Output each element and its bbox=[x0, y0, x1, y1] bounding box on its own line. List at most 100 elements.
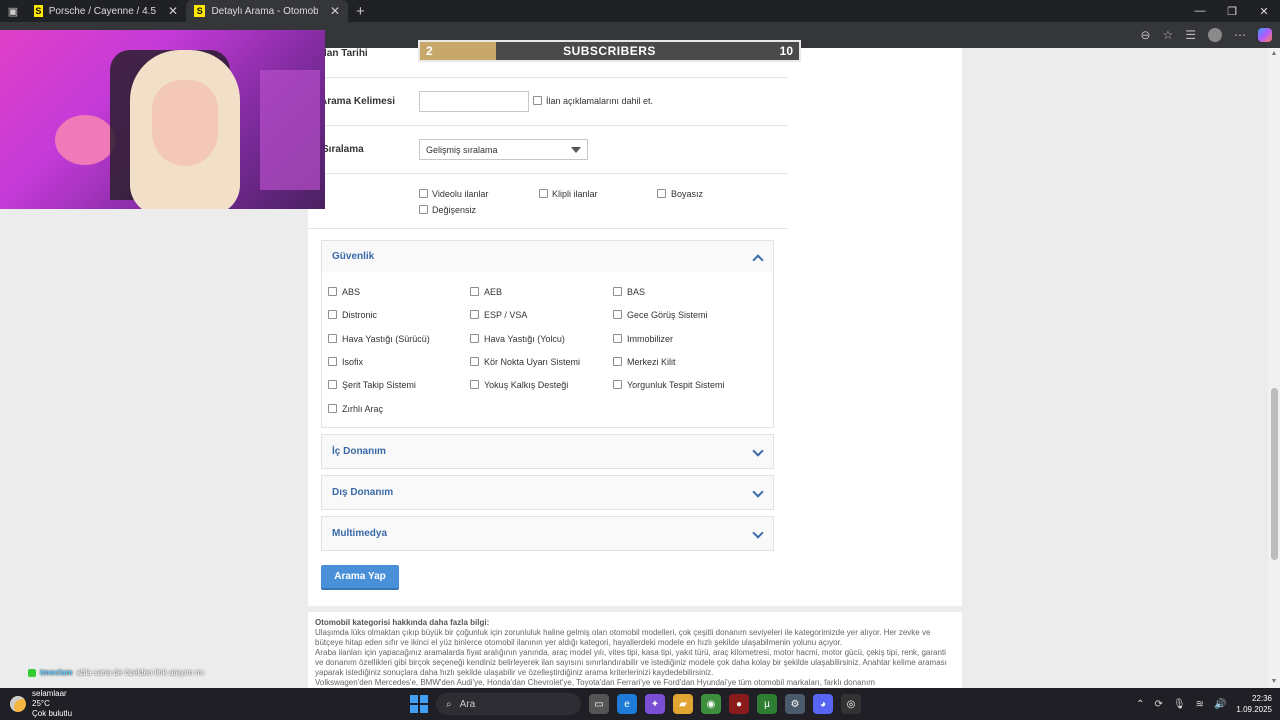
plush-toy bbox=[55, 115, 115, 165]
security-option-checkbox[interactable] bbox=[470, 356, 479, 366]
keyword-input[interactable] bbox=[419, 91, 529, 112]
webcam-overlay bbox=[0, 30, 325, 209]
weather-title: selamlaar bbox=[32, 689, 67, 698]
search-button[interactable]: Arama Yap bbox=[321, 565, 399, 590]
subscriber-goal-bar: 2 SUBSCRIBERS 10 bbox=[418, 40, 801, 62]
scrollbar-thumb[interactable] bbox=[1271, 388, 1278, 560]
sync-icon[interactable]: ⟳ bbox=[1154, 699, 1162, 710]
security-option-checkbox[interactable] bbox=[328, 310, 337, 320]
settings-gear-icon[interactable]: ⚙ bbox=[785, 694, 805, 714]
security-option-label: Merkezi Kilit bbox=[627, 356, 676, 367]
interior-panel[interactable]: İç Donanım bbox=[321, 434, 774, 469]
exterior-panel-header[interactable]: Dış Donanım bbox=[322, 476, 773, 509]
maximize-icon[interactable]: ❐ bbox=[1216, 0, 1248, 22]
tab-porsche[interactable]: S Porsche / Cayenne / 4.5 S / 2004 ✕ bbox=[26, 0, 186, 22]
wifi-icon[interactable]: ≋ bbox=[1196, 699, 1204, 710]
security-option-checkbox[interactable] bbox=[328, 380, 337, 390]
chevron-down-icon[interactable] bbox=[753, 447, 763, 457]
no-replaced-parts-checkbox[interactable] bbox=[419, 205, 428, 214]
clock-time: 22:36 bbox=[1251, 694, 1272, 703]
video-ads-checkbox[interactable] bbox=[419, 189, 428, 198]
security-panel-header[interactable]: Güvenlik bbox=[322, 241, 773, 272]
chevron-down-icon[interactable] bbox=[753, 488, 763, 498]
task-view-icon[interactable]: ▭ bbox=[589, 694, 609, 714]
exterior-panel[interactable]: Dış Donanım bbox=[321, 475, 774, 510]
close-tab-icon[interactable]: ✕ bbox=[330, 4, 340, 18]
security-option-checkbox[interactable] bbox=[328, 333, 337, 343]
clock[interactable]: 22:36 1.09.2025 bbox=[1236, 693, 1272, 715]
security-option-checkbox[interactable] bbox=[328, 287, 337, 296]
unpainted-checkbox[interactable] bbox=[657, 189, 666, 198]
chat-message: tmeclam abla sana de özelden link atayım… bbox=[28, 668, 204, 677]
security-option-checkbox[interactable] bbox=[613, 380, 622, 390]
volume-icon[interactable]: 🔊 bbox=[1214, 699, 1226, 710]
obs-icon[interactable]: ◎ bbox=[841, 694, 861, 714]
browser-tab-bar: ▣ S Porsche / Cayenne / 4.5 S / 2004 ✕ S… bbox=[0, 0, 1280, 22]
multimedia-panel-header[interactable]: Multimedya bbox=[322, 517, 773, 550]
page-scrollbar[interactable]: ▲ ▼ bbox=[1268, 48, 1280, 688]
start-menu-icon[interactable] bbox=[410, 695, 428, 713]
no-replaced-parts-label: Değişensiz bbox=[432, 205, 477, 215]
utorrent-icon[interactable]: µ bbox=[757, 694, 777, 714]
taskbar-search[interactable]: ⌕ Ara bbox=[436, 693, 581, 715]
scroll-up-icon[interactable]: ▲ bbox=[1270, 50, 1278, 58]
system-tray: ⌃ ⟳ 🎙 ≋ 🔊 22:36 1.09.2025 bbox=[1136, 688, 1272, 720]
interior-title: İç Donanım bbox=[332, 446, 386, 457]
info-paragraph: Araba ilanları için yapacağınız aramalar… bbox=[315, 648, 947, 677]
interior-panel-header[interactable]: İç Donanım bbox=[322, 435, 773, 468]
minimize-icon[interactable]: — bbox=[1184, 0, 1216, 22]
close-window-icon[interactable]: ✕ bbox=[1248, 0, 1280, 22]
security-option-checkbox[interactable] bbox=[613, 287, 622, 296]
mic-icon[interactable]: 🎙 bbox=[1173, 699, 1186, 710]
tab-detailed-search[interactable]: S Detaylı Arama - Otomobil ✕ bbox=[186, 0, 348, 22]
security-option-label: Isofix bbox=[342, 356, 364, 367]
weather-condition: Çok bulutlu bbox=[32, 709, 73, 718]
favorites-icon[interactable]: ☰ bbox=[1185, 28, 1196, 42]
new-tab-icon[interactable]: + bbox=[348, 3, 373, 20]
security-option-checkbox[interactable] bbox=[470, 380, 479, 390]
security-option-checkbox[interactable] bbox=[613, 310, 622, 320]
favorite-star-icon[interactable]: ☆ bbox=[1162, 28, 1173, 42]
clip-ads-checkbox[interactable] bbox=[539, 189, 548, 198]
security-option-checkbox[interactable] bbox=[613, 333, 622, 343]
security-option-checkbox[interactable] bbox=[613, 356, 622, 366]
chat-username: tmeclam bbox=[40, 668, 73, 677]
copilot-app-icon[interactable]: ✦ bbox=[645, 694, 665, 714]
scroll-down-icon[interactable]: ▼ bbox=[1270, 678, 1278, 686]
chevron-down-icon[interactable] bbox=[753, 529, 763, 539]
more-menu-icon[interactable]: ⋯ bbox=[1234, 28, 1246, 42]
tab-actions-icon[interactable]: ▣ bbox=[0, 0, 26, 22]
app-red-icon[interactable]: ● bbox=[729, 694, 749, 714]
security-option-checkbox[interactable] bbox=[470, 333, 479, 343]
close-tab-icon[interactable]: ✕ bbox=[168, 4, 178, 18]
profile-avatar-icon[interactable] bbox=[1208, 28, 1222, 42]
security-title: Güvenlik bbox=[332, 251, 375, 262]
tab-title: Porsche / Cayenne / 4.5 S / 2004 bbox=[48, 5, 156, 17]
edge-icon[interactable]: e bbox=[617, 694, 637, 714]
chat-badge-icon bbox=[28, 668, 36, 677]
security-option-label: Yokuş Kalkış Desteği bbox=[484, 380, 569, 391]
weather-temp: 25°C bbox=[32, 699, 50, 708]
security-option-label: AEB bbox=[484, 287, 503, 297]
security-option-checkbox[interactable] bbox=[328, 403, 337, 413]
tray-overflow-icon[interactable]: ⌃ bbox=[1136, 699, 1144, 710]
chevron-up-icon[interactable] bbox=[753, 252, 763, 262]
weather-widget[interactable]: selamlaar 25°C Çok bulutlu bbox=[10, 688, 72, 720]
copilot-icon[interactable] bbox=[1258, 28, 1272, 42]
file-explorer-icon[interactable]: ▰ bbox=[673, 694, 693, 714]
security-option-label: ABS bbox=[342, 287, 361, 297]
subscriber-goal: 10 bbox=[779, 44, 793, 58]
security-option-checkbox[interactable] bbox=[470, 287, 479, 296]
category-info-box: Otomobil kategorisi hakkında daha fazla … bbox=[308, 612, 962, 688]
reader-icon[interactable]: ⊖ bbox=[1140, 28, 1150, 42]
discord-icon[interactable]: ◕ bbox=[813, 694, 833, 714]
multimedia-panel[interactable]: Multimedya bbox=[321, 516, 774, 551]
include-description-checkbox[interactable] bbox=[533, 96, 542, 105]
security-option-checkbox[interactable] bbox=[470, 310, 479, 320]
chrome-icon[interactable]: ◉ bbox=[701, 694, 721, 714]
security-option-checkbox[interactable] bbox=[328, 356, 337, 366]
info-paragraph: Volkswagen'den Mercedes'e, BMW'den Audi'… bbox=[315, 678, 875, 687]
sahibinden-favicon-icon: S bbox=[34, 5, 43, 17]
security-option-label: ESP / VSA bbox=[484, 310, 528, 321]
sort-select[interactable]: Gelişmiş sıralama bbox=[419, 139, 588, 160]
